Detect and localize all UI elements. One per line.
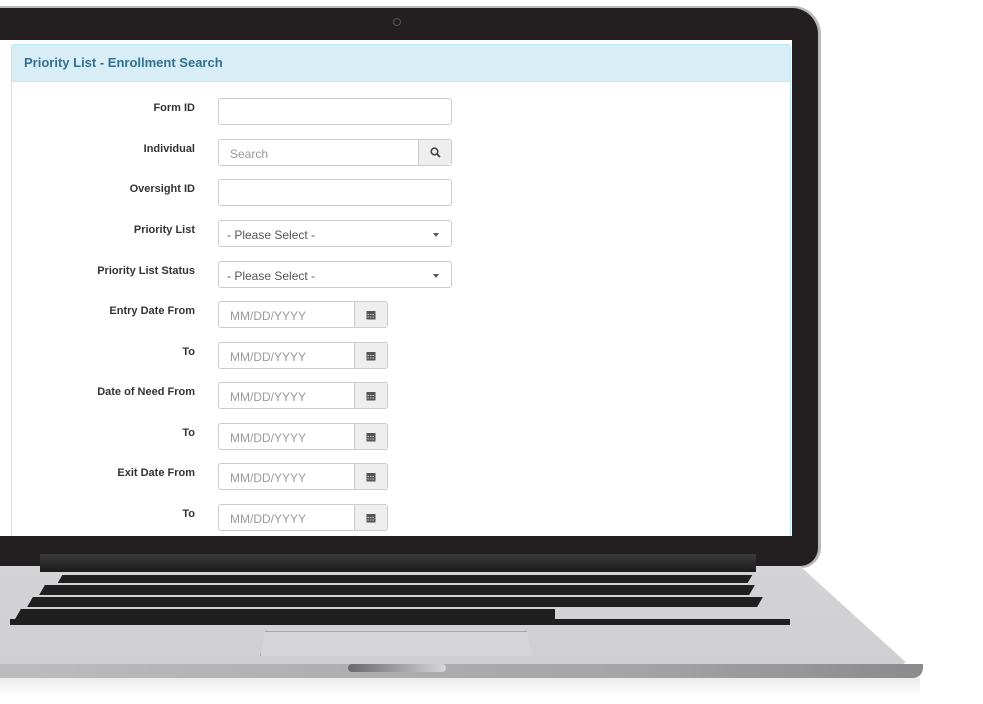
individual-label: Individual xyxy=(143,143,195,155)
search-icon xyxy=(429,147,441,158)
exit-date-from-calendar-button[interactable] xyxy=(354,464,387,489)
priority-list-status-row: Priority List Status - Please Select - xyxy=(12,261,512,291)
form-id-input[interactable] xyxy=(218,98,452,125)
chevron-down-icon xyxy=(433,274,439,278)
calendar-icon xyxy=(366,472,376,481)
exit-date-from-label: Exit Date From xyxy=(117,467,195,479)
exit-date-to-row: To MM/DD/YYYY xyxy=(12,504,512,534)
trackpad xyxy=(260,631,532,656)
individual-search-input[interactable]: Search xyxy=(218,139,452,166)
panel-title: Priority List - Enrollment Search xyxy=(12,45,790,82)
priority-list-label: Priority List xyxy=(133,224,195,236)
need-date-to-calendar-button[interactable] xyxy=(354,424,387,449)
oversight-id-input[interactable] xyxy=(218,179,452,206)
priority-list-row: Priority List - Please Select - xyxy=(12,220,512,250)
need-date-to-row: To MM/DD/YYYY xyxy=(12,423,512,453)
keyboard-row xyxy=(27,597,763,607)
individual-row: Individual Search xyxy=(12,139,512,169)
priority-list-status-select[interactable]: - Please Select - xyxy=(218,261,452,288)
enrollment-search-panel: Priority List - Enrollment Search Form I… xyxy=(11,44,791,536)
exit-date-to-label: To xyxy=(182,508,195,520)
entry-date-from-row: Entry Date From MM/DD/YYYY xyxy=(12,301,512,331)
lid-notch xyxy=(348,664,446,672)
calendar-icon xyxy=(366,391,376,400)
priority-list-status-label: Priority List Status xyxy=(97,265,195,277)
camera-icon xyxy=(393,18,401,26)
entry-date-to-input[interactable]: MM/DD/YYYY xyxy=(218,342,388,369)
laptop-hinge xyxy=(40,554,756,572)
spacebar xyxy=(225,609,555,619)
entry-date-to-calendar-button[interactable] xyxy=(354,343,387,368)
exit-date-from-row: Exit Date From MM/DD/YYYY xyxy=(12,463,512,493)
need-date-from-calendar-button[interactable] xyxy=(354,383,387,408)
oversight-id-label: Oversight ID xyxy=(129,183,195,195)
calendar-icon xyxy=(366,432,376,441)
need-date-to-label: To xyxy=(182,427,195,439)
exit-date-to-calendar-button[interactable] xyxy=(354,505,387,530)
laptop-screen: Priority List - Enrollment Search Form I… xyxy=(0,40,792,536)
need-date-from-input[interactable]: MM/DD/YYYY xyxy=(218,382,388,409)
form-id-row: Form ID xyxy=(12,98,512,128)
form-id-label: Form ID xyxy=(153,102,195,114)
entry-date-to-label: To xyxy=(182,346,195,358)
entry-date-from-calendar-button[interactable] xyxy=(354,302,387,327)
exit-date-from-input[interactable]: MM/DD/YYYY xyxy=(218,463,388,490)
keyboard-row xyxy=(10,619,790,625)
laptop-keyboard xyxy=(0,575,790,625)
keyboard-row xyxy=(57,575,753,583)
oversight-id-row: Oversight ID xyxy=(12,179,512,209)
keyboard-row xyxy=(39,585,755,595)
entry-date-from-input[interactable]: MM/DD/YYYY xyxy=(218,301,388,328)
entry-date-from-label: Entry Date From xyxy=(109,305,195,317)
calendar-icon xyxy=(366,513,376,522)
calendar-icon xyxy=(366,310,376,319)
laptop-shadow xyxy=(0,678,920,698)
laptop-base-edge xyxy=(0,664,923,678)
exit-date-to-input[interactable]: MM/DD/YYYY xyxy=(218,504,388,531)
entry-date-to-row: To MM/DD/YYYY xyxy=(12,342,512,372)
need-date-to-input[interactable]: MM/DD/YYYY xyxy=(218,423,388,450)
individual-placeholder: Search xyxy=(230,147,269,161)
need-date-from-label: Date of Need From xyxy=(97,386,195,398)
priority-list-select[interactable]: - Please Select - xyxy=(218,220,452,247)
individual-search-button[interactable] xyxy=(418,140,451,165)
need-date-from-row: Date of Need From MM/DD/YYYY xyxy=(12,382,512,412)
calendar-icon xyxy=(366,351,376,360)
chevron-down-icon xyxy=(433,233,439,237)
